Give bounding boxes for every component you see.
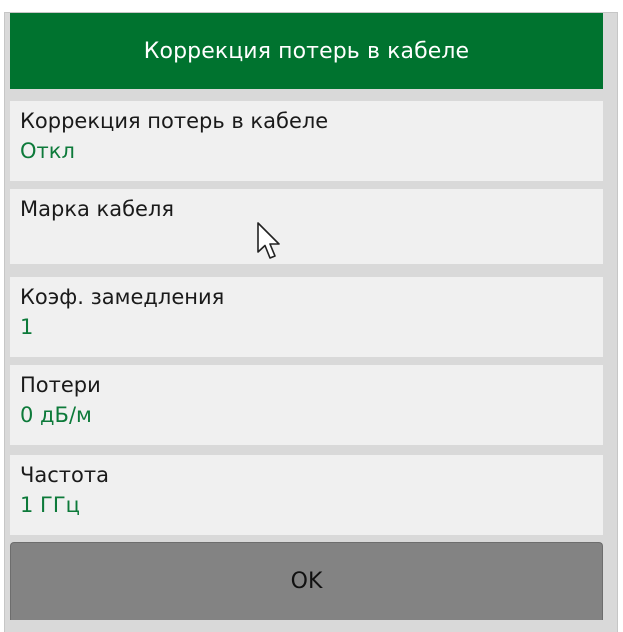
mouse-pointer-icon bbox=[257, 222, 280, 259]
menu-item-label: Коррекция потерь в кабеле bbox=[20, 109, 329, 133]
menu-item-cable-brand[interactable]: Марка кабеля bbox=[10, 189, 603, 264]
menu-item-value: 0 дБ/м bbox=[20, 403, 92, 427]
menu-item-loss[interactable]: Потери 0 дБ/м bbox=[10, 365, 603, 445]
menu-item-frequency[interactable]: Частота 1 ГГц bbox=[10, 455, 603, 535]
menu-item-cable-loss-correction[interactable]: Коррекция потерь в кабеле Откл bbox=[10, 101, 603, 181]
menu-item-label: Частота bbox=[20, 463, 109, 487]
dialog-title-text: Коррекция потерь в кабеле bbox=[143, 38, 470, 64]
menu-item-label: Потери bbox=[20, 373, 101, 397]
menu-item-label: Коэф. замедления bbox=[20, 285, 225, 309]
menu-item-velocity-factor[interactable]: Коэф. замедления 1 bbox=[10, 277, 603, 357]
menu-item-label: Марка кабеля bbox=[20, 197, 175, 221]
dialog-title: Коррекция потерь в кабеле bbox=[10, 13, 603, 89]
menu-item-value: 1 ГГц bbox=[20, 493, 80, 517]
menu-item-value: Откл bbox=[20, 139, 75, 163]
ok-button[interactable]: OK bbox=[10, 542, 603, 620]
ok-button-label: OK bbox=[290, 569, 323, 594]
menu-item-value: 1 bbox=[20, 315, 34, 339]
